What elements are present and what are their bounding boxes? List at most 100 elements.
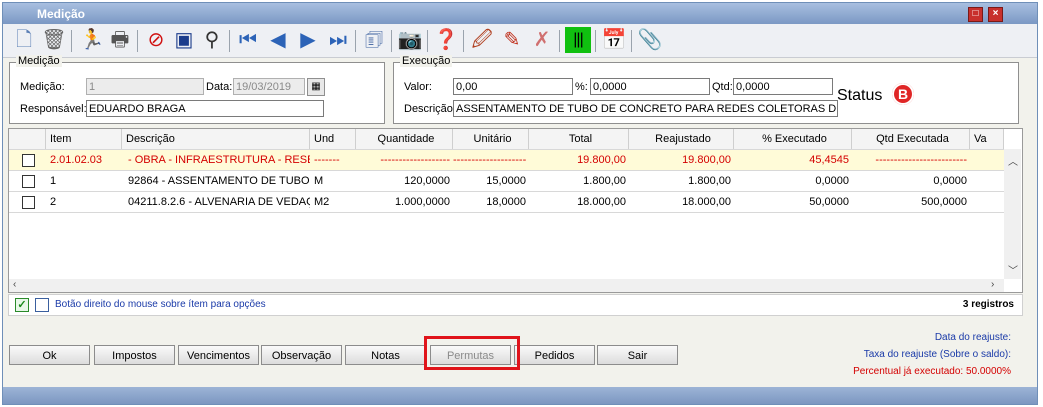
- valor-field[interactable]: 0,00: [453, 78, 573, 95]
- barcode-icon[interactable]: |||: [565, 27, 591, 53]
- search-icon[interactable]: ⚲: [199, 27, 225, 53]
- header-descricao[interactable]: Descrição: [122, 129, 310, 149]
- cell-total: 1.800,00: [583, 175, 626, 187]
- cell-unitario: 18,0000: [486, 196, 526, 208]
- footer-hint: Botão direito do mouse sobre ítem para o…: [55, 299, 266, 310]
- execucao-group: Execução Valor: 0,00 %: 0,0000 Qtd: 0,00…: [393, 55, 1019, 124]
- header-qtd-executada[interactable]: Qtd Executada: [852, 129, 970, 149]
- cancel-icon[interactable]: ⊘: [143, 27, 169, 53]
- data-field[interactable]: 19/03/2019: [233, 78, 305, 95]
- separator: [463, 30, 464, 52]
- vertical-scrollbar[interactable]: ︿ ﹀: [1004, 149, 1021, 279]
- horizontal-scrollbar[interactable]: ‹ ›: [9, 279, 1004, 292]
- record-count: 3 registros: [962, 299, 1014, 310]
- edit-icon[interactable]: ✎: [499, 27, 525, 53]
- calendar-icon[interactable]: 📅: [601, 27, 627, 53]
- delete-icon[interactable]: ✗: [529, 27, 555, 53]
- print-icon[interactable]: 🖶: [107, 27, 133, 53]
- header-quantidade[interactable]: Quantidade: [356, 129, 453, 149]
- header-und[interactable]: Und: [310, 129, 356, 149]
- toolbar: 🗋 🗑 🏃 🖶 ⊘ ▣ ⚲ ⏮ ◀ ▶ ⏭ 🗊 📷 ❓ 🖉 ✎ ✗ ||| 📅 …: [3, 24, 1037, 58]
- separator: [631, 30, 632, 52]
- cell-item: 1: [50, 175, 57, 187]
- medicao-label: Medição:: [20, 81, 65, 93]
- cell-unitario: 15,0000: [486, 175, 526, 187]
- row-checkbox[interactable]: [22, 196, 35, 209]
- table-row[interactable]: 2 04211.8.2.6 - ALVENARIA DE VEDAÇÃ M2 1…: [9, 192, 1004, 213]
- next-icon[interactable]: ▶: [295, 27, 321, 53]
- prev-icon[interactable]: ◀: [265, 27, 291, 53]
- table-row[interactable]: 2.01.02.03 - OBRA - INFRAESTRUTURA - RES…: [9, 150, 1004, 171]
- separator: [229, 30, 230, 52]
- medicao-field[interactable]: 1: [86, 78, 204, 95]
- scroll-right-icon[interactable]: ›: [991, 279, 994, 290]
- cell-pct-executado: 0,0000: [815, 175, 849, 187]
- import-icon[interactable]: 🖉: [469, 27, 495, 53]
- minimize-button[interactable]: □: [968, 7, 983, 22]
- save-icon[interactable]: ▣: [171, 27, 197, 53]
- separator: [355, 30, 356, 52]
- cell-descricao: 92864 - ASSENTAMENTO DE TUBO D: [128, 175, 310, 187]
- medicao-group: Medição Medição: 1 Data: 19/03/2019 ▦ Re…: [9, 55, 385, 124]
- cell-und: M: [314, 175, 324, 187]
- scroll-up-icon[interactable]: ︿: [1008, 153, 1018, 168]
- camera-icon[interactable]: 📷: [397, 27, 423, 53]
- cell-reajustado: 18.000,00: [682, 196, 731, 208]
- main-window: Medição □ × 🗋 🗑 🏃 🖶 ⊘ ▣ ⚲ ⏮ ◀ ▶ ⏭ 🗊 📷 ❓ …: [2, 2, 1038, 405]
- notas-button[interactable]: Notas: [345, 345, 426, 365]
- cell-qtd-executada: -------------------------: [875, 154, 967, 166]
- ok-button[interactable]: Ok: [9, 345, 90, 365]
- impostos-button[interactable]: Impostos: [94, 345, 175, 365]
- cell-reajustado: 1.800,00: [688, 175, 731, 187]
- header-total[interactable]: Total: [529, 129, 629, 149]
- run-icon[interactable]: 🏃: [79, 27, 105, 53]
- help-icon[interactable]: ❓: [433, 27, 459, 53]
- header-va[interactable]: Va: [970, 129, 1004, 149]
- check-icon[interactable]: ✓: [15, 298, 29, 312]
- responsavel-field[interactable]: EDUARDO BRAGA: [86, 100, 324, 117]
- qtd-label: Qtd:: [712, 81, 733, 93]
- cell-descricao: 04211.8.2.6 - ALVENARIA DE VEDAÇÃ: [128, 196, 310, 208]
- cell-pct-executado: 50,0000: [809, 196, 849, 208]
- data-label: Data:: [206, 81, 233, 93]
- header-pct-executado[interactable]: % Executado: [734, 129, 852, 149]
- notes-icon[interactable]: 🗊: [361, 27, 387, 53]
- percent-label: %:: [575, 81, 588, 93]
- valor-label: Valor:: [404, 81, 432, 93]
- header-item[interactable]: Item: [46, 129, 122, 149]
- highlight-box: [424, 336, 520, 370]
- scroll-down-icon[interactable]: ﹀: [1008, 262, 1018, 277]
- pedidos-button[interactable]: Pedidos: [514, 345, 595, 365]
- attach-icon[interactable]: 📎: [637, 27, 663, 53]
- sair-button[interactable]: Sair: [597, 345, 678, 365]
- vencimentos-button[interactable]: Vencimentos: [178, 345, 259, 365]
- first-icon[interactable]: ⏮: [235, 27, 261, 53]
- observacao-button[interactable]: Observação: [261, 345, 342, 365]
- trash-icon[interactable]: 🗑: [41, 27, 67, 53]
- cell-qtd-executada: 0,0000: [933, 175, 967, 187]
- row-checkbox[interactable]: [22, 175, 35, 188]
- row-checkbox[interactable]: [22, 154, 35, 167]
- qtd-field[interactable]: 0,0000: [733, 78, 833, 95]
- uncheck-box[interactable]: [35, 298, 49, 312]
- calendar-icon[interactable]: ▦: [307, 78, 325, 96]
- cell-qtd-executada: 500,0000: [921, 196, 967, 208]
- cell-total: 18.000,00: [577, 196, 626, 208]
- close-button[interactable]: ×: [988, 7, 1003, 22]
- header-unitario[interactable]: Unitário: [453, 129, 529, 149]
- status-badge: B: [892, 83, 914, 105]
- scroll-left-icon[interactable]: ‹: [13, 279, 16, 290]
- last-icon[interactable]: ⏭: [325, 27, 351, 53]
- percent-field[interactable]: 0,0000: [590, 78, 710, 95]
- cell-descricao: - OBRA - INFRAESTRUTURA - RESER: [128, 154, 310, 166]
- data-reajuste-label: Data do reajuste:: [934, 332, 1011, 343]
- table-row[interactable]: 1 92864 - ASSENTAMENTO DE TUBO D M 120,0…: [9, 171, 1004, 192]
- header-reajustado[interactable]: Reajustado: [629, 129, 734, 149]
- status-label: Status: [837, 87, 883, 104]
- items-table: Item Descrição Und Quantidade Unitário T…: [8, 128, 1023, 293]
- cell-total: 19.800,00: [577, 154, 626, 166]
- table-header: Item Descrição Und Quantidade Unitário T…: [9, 129, 1004, 150]
- new-icon[interactable]: 🗋: [11, 27, 37, 53]
- descricao-field[interactable]: ASSENTAMENTO DE TUBO DE CONCRETO PARA RE…: [453, 100, 838, 117]
- separator: [427, 30, 428, 52]
